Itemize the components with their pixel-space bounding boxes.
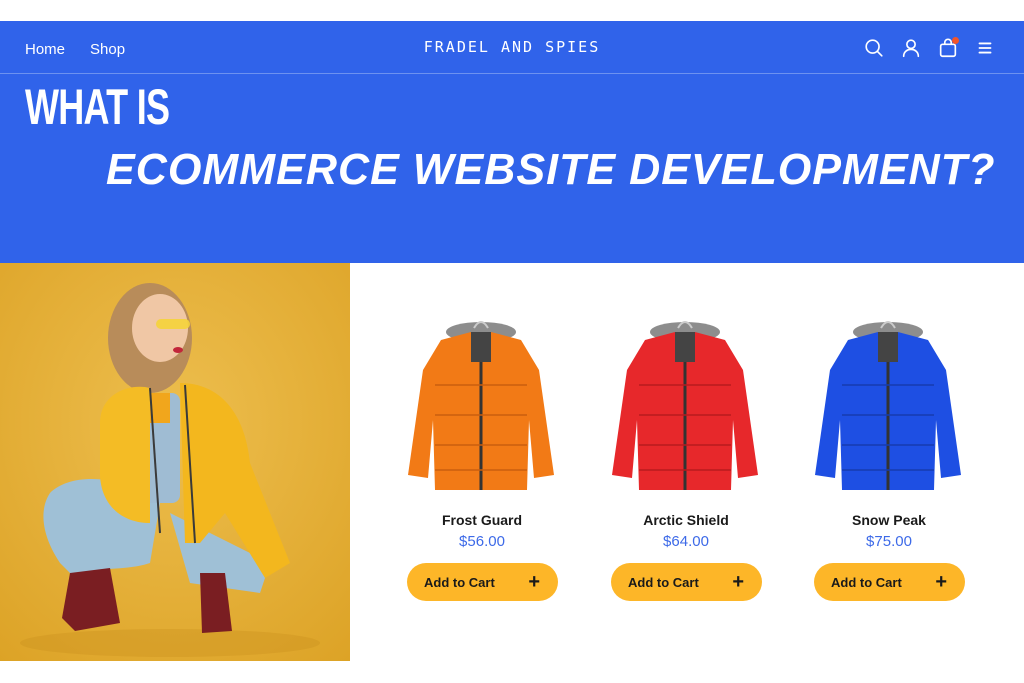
- product-card: Frost Guard $56.00 Add to Cart +: [407, 310, 558, 601]
- plus-icon: +: [528, 571, 540, 593]
- hero-banner: Home Shop Product FRADEL AND SPIES: [0, 21, 1024, 368]
- add-to-cart-button[interactable]: Add to Cart +: [814, 563, 965, 601]
- plus-icon: +: [935, 571, 947, 593]
- add-to-cart-button[interactable]: Add to Cart +: [407, 563, 558, 601]
- add-to-cart-label: Add to Cart: [628, 574, 699, 590]
- product-card: Arctic Shield $64.00 Add to Cart +: [611, 310, 762, 601]
- plus-icon: +: [732, 571, 744, 593]
- top-navbar: Home Shop Product FRADEL AND SPIES: [0, 21, 1024, 368]
- shopping-bag-icon[interactable]: [937, 37, 959, 59]
- product-name: Arctic Shield: [643, 512, 729, 528]
- nav-icons: [848, 37, 996, 59]
- headline-line-2: ECOMMERCE WEBSITE DEVELOPMENT?: [106, 145, 996, 194]
- product-image-snow-peak[interactable]: [806, 310, 971, 495]
- product-image-arctic-shield[interactable]: [603, 310, 768, 495]
- add-to-cart-button[interactable]: Add to Cart +: [611, 563, 762, 601]
- search-icon[interactable]: [863, 37, 885, 59]
- menu-icon[interactable]: [974, 37, 996, 59]
- product-name: Frost Guard: [441, 512, 523, 528]
- add-to-cart-label: Add to Cart: [424, 574, 495, 590]
- product-image-frost-guard[interactable]: [399, 310, 564, 495]
- product-price: $75.00: [866, 533, 912, 550]
- hero-model-photo: [0, 263, 350, 661]
- add-to-cart-label: Add to Cart: [831, 574, 902, 590]
- headline-line-1: WHAT IS: [25, 79, 170, 135]
- product-price: $64.00: [663, 533, 709, 550]
- model-illustration: [0, 263, 350, 661]
- user-icon[interactable]: [900, 37, 922, 59]
- cart-badge: [952, 37, 959, 44]
- product-name: Snow Peak: [852, 512, 926, 528]
- product-card: Snow Peak $75.00 Add to Cart +: [814, 310, 965, 601]
- product-price: $56.00: [459, 533, 505, 550]
